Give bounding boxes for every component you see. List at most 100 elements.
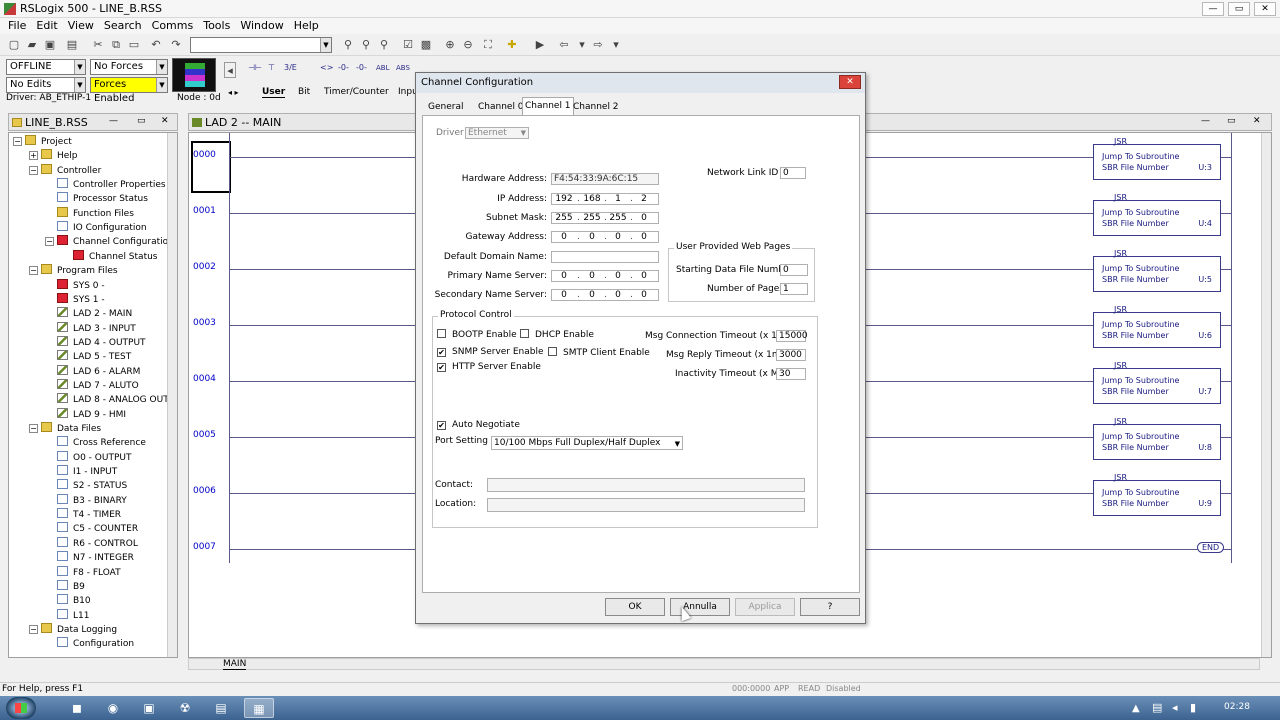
tree-item[interactable]: − Data Logging [29, 622, 117, 637]
tree-item[interactable]: − Channel Configuration [45, 235, 174, 249]
jsr-instruction[interactable]: JSR Jump To Subroutine SBR File Number U:6 [1093, 305, 1221, 348]
location-field[interactable] [487, 498, 805, 512]
save-icon[interactable]: ▣ [42, 37, 58, 53]
jsr-instruction[interactable]: JSR Jump To Subroutine SBR File Number U:5 [1093, 249, 1221, 292]
rung-number[interactable]: 0003 [193, 318, 216, 328]
zoom-out-icon[interactable]: ⊖ [460, 37, 476, 53]
print-icon[interactable]: ▤ [64, 37, 80, 53]
expander-icon[interactable]: − [29, 624, 38, 634]
replace-icon[interactable]: ⚲ [376, 37, 392, 53]
gateway-address-field[interactable]: 0.0.0.0 [551, 231, 659, 243]
number-of-pages-field[interactable]: 1 [780, 283, 808, 295]
tree-item[interactable]: Cross Reference [45, 436, 146, 450]
sheet-tab-main[interactable]: MAIN [223, 659, 247, 670]
find-icon[interactable]: ⚲ [340, 37, 356, 53]
secondary-name-server-field[interactable]: 0.0.0.0 [551, 289, 659, 301]
ok-button[interactable]: OK [605, 598, 665, 616]
menu-search[interactable]: Search [102, 18, 144, 34]
tab-bit[interactable]: Bit [298, 87, 310, 97]
tree-item[interactable]: I1 - INPUT [45, 465, 117, 479]
tray-volume-icon[interactable]: ◂ [1172, 701, 1178, 714]
ladder-scrollbar[interactable] [1261, 133, 1271, 657]
tree-item[interactable]: LAD 7 - ALUTO [45, 378, 139, 393]
msg-reply-timeout-field[interactable]: 3000 [776, 349, 806, 361]
add-rung-icon[interactable]: ✚ [504, 37, 520, 53]
network-link-id-field[interactable]: 0 [780, 167, 806, 179]
expander-icon[interactable]: − [45, 237, 54, 247]
processor-status-icon[interactable] [172, 58, 216, 92]
tree-item[interactable]: LAD 6 - ALARM [45, 364, 140, 379]
menu-file[interactable]: File [6, 18, 28, 34]
rung-number[interactable]: 0004 [193, 374, 216, 384]
back-icon[interactable]: ⇦ [556, 37, 572, 53]
tree-item[interactable]: Channel Status [61, 249, 158, 264]
instr-otu[interactable]: -0- [356, 63, 367, 72]
tree-item[interactable]: LAD 2 - MAIN [45, 307, 132, 321]
tree-item[interactable]: Processor Status [45, 192, 148, 206]
panel-restore-icon[interactable]: ▭ [137, 116, 146, 126]
taskbar-chrome-icon[interactable]: ◉ [98, 698, 128, 718]
end-rung[interactable]: END [1197, 542, 1225, 553]
tree-item[interactable]: B3 - BINARY [45, 493, 127, 508]
minimize-button[interactable]: — [1202, 2, 1224, 16]
dropdown-icon[interactable]: ▾ [574, 37, 590, 53]
tree-item[interactable]: LAD 4 - OUTPUT [45, 335, 146, 350]
redo-icon[interactable]: ↷ [168, 37, 184, 53]
tab-channel-0[interactable]: Channel 0 [476, 99, 526, 115]
paste-icon[interactable]: ▭ [126, 37, 142, 53]
verify-icon[interactable]: ☑ [400, 37, 416, 53]
contact-field[interactable] [487, 478, 805, 492]
rung-number[interactable]: 0006 [193, 486, 216, 496]
tree-item[interactable]: C5 - COUNTER [45, 522, 138, 536]
tree-item[interactable]: B10 [45, 594, 91, 608]
ip-address-field[interactable]: 192. 168. 1. 2 [551, 193, 659, 205]
tree-item[interactable]: − Data Files [29, 422, 101, 436]
tab-channel-1[interactable]: Channel 1 [522, 97, 574, 115]
tree-item[interactable]: LAD 5 - TEST [45, 350, 131, 364]
msg-connection-timeout-field[interactable]: 15000 [776, 330, 808, 342]
edits-combo[interactable]: No Edits ▼ [6, 77, 86, 93]
auto-negotiate-checkbox[interactable]: ✔ Auto Negotiate [437, 420, 520, 431]
rung-number[interactable]: 0002 [193, 262, 216, 272]
copy-icon[interactable]: ⧉ [108, 37, 124, 53]
tab-timer-counter[interactable]: Timer/Counter [324, 87, 389, 97]
cut-icon[interactable]: ✂ [90, 37, 106, 53]
taskbar-radiation-icon[interactable]: ☢ [170, 698, 200, 718]
menu-edit[interactable]: Edit [34, 18, 59, 34]
expander-icon[interactable]: − [13, 137, 22, 146]
http-server-enable-checkbox[interactable]: ✔ HTTP Server Enable [437, 362, 541, 373]
inactivity-timeout-field[interactable]: 30 [776, 368, 806, 380]
tree-item[interactable]: − Project [13, 135, 72, 149]
clock[interactable]: 02:28 [1224, 702, 1250, 712]
close-window-button[interactable]: ✕ [1254, 2, 1276, 16]
tree-item[interactable]: S2 - STATUS [45, 479, 127, 493]
instr-otl[interactable]: -0- [338, 63, 349, 72]
panel-minimize-icon[interactable]: — [109, 116, 118, 126]
snmp-server-enable-checkbox[interactable]: ✔ SNMP Server Enable [437, 347, 544, 358]
forward-icon[interactable]: ⇨ [590, 37, 606, 53]
tree-item[interactable]: − Program Files [29, 264, 118, 278]
subnet-mask-field[interactable]: 255. 255. 255. 0 [551, 212, 659, 224]
rung-number[interactable]: 0007 [193, 542, 216, 552]
tree-scrollbar[interactable] [167, 133, 177, 657]
taskbar-rslogix-icon[interactable]: ▦ [244, 698, 274, 718]
panel-close-icon[interactable]: ✕ [161, 116, 169, 126]
menu-tools[interactable]: Tools [201, 18, 232, 34]
expander-icon[interactable]: − [29, 266, 38, 276]
start-button[interactable] [6, 697, 36, 719]
online-mode-combo[interactable]: OFFLINE ▼ [6, 59, 86, 75]
tree-item[interactable]: Controller Properties [45, 178, 166, 192]
tree-item[interactable]: IO Configuration [45, 221, 147, 235]
primary-name-server-field[interactable]: 0.0.0.0 [551, 270, 659, 282]
rung-number[interactable]: 0000 [193, 150, 216, 160]
menu-window[interactable]: Window [238, 18, 285, 34]
port-setting-select[interactable]: 10/100 Mbps Full Duplex/Half Duplex ▼ [491, 436, 683, 450]
run-icon[interactable]: ▶ [532, 37, 548, 53]
help-button[interactable]: ? [800, 598, 860, 616]
tree-item[interactable]: T4 - TIMER [45, 508, 121, 522]
ladder-close-icon[interactable]: ✕ [1253, 116, 1261, 126]
rung-number[interactable]: 0005 [193, 430, 216, 440]
jsr-instruction[interactable]: JSR Jump To Subroutine SBR File Number U:9 [1093, 473, 1221, 516]
expander-icon[interactable]: − [29, 165, 38, 175]
ladder-restore-icon[interactable]: ▭ [1227, 116, 1236, 126]
